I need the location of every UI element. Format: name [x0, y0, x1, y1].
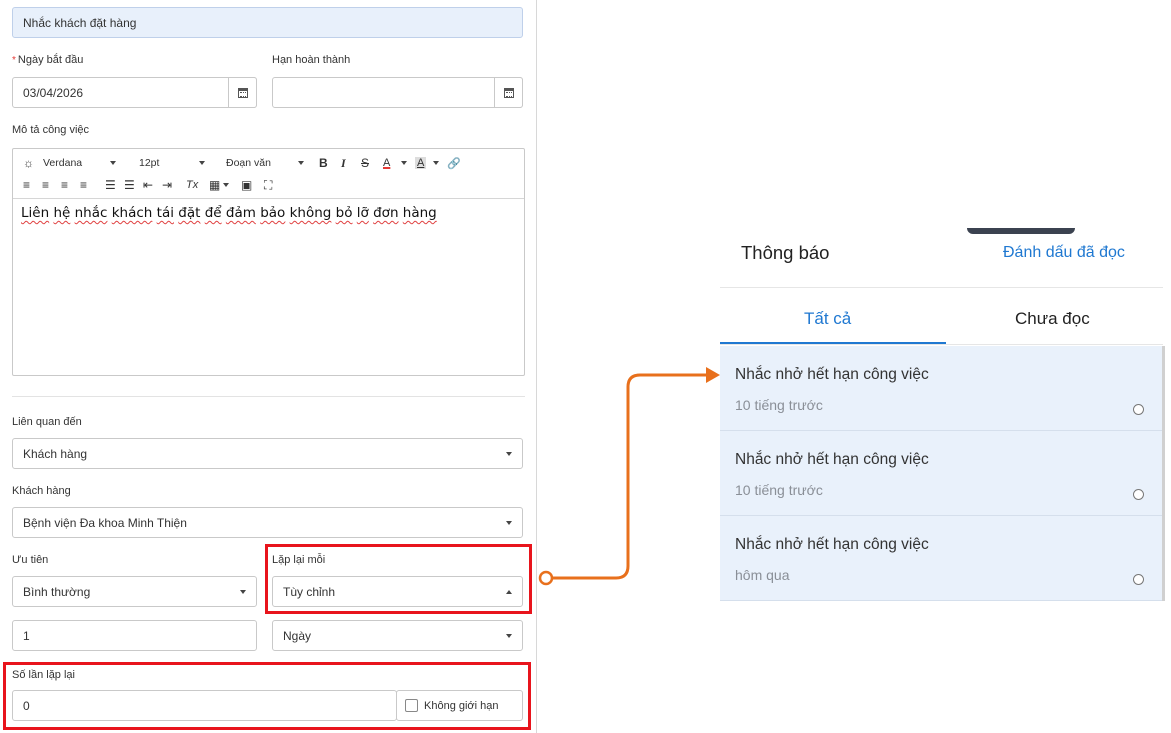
notification-item-title: Nhắc nhở hết hạn công việc [735, 366, 929, 383]
task-name-input[interactable]: Nhắc khách đặt hàng [12, 7, 523, 38]
indent-icon[interactable]: ⇥ [162, 174, 172, 196]
due-date-label: Hạn hoàn thành [272, 54, 351, 66]
notification-scrollbar[interactable] [1162, 346, 1165, 601]
notification-item[interactable]: Nhắc nhở hết hạn công việc hôm qua [720, 516, 1163, 601]
repeat-interval-value: 1 [23, 628, 30, 643]
chevron-down-icon [506, 633, 512, 638]
align-right-icon[interactable]: ≡ [61, 174, 68, 196]
priority-select[interactable]: Bình thường [12, 576, 257, 607]
customer-select[interactable]: Bệnh viện Đa khoa Minh Thiện [12, 507, 523, 538]
table-dropdown[interactable] [223, 174, 229, 196]
notification-item-time: 10 tiếng trước [735, 482, 823, 498]
repeat-interval-input[interactable]: 1 [12, 620, 257, 651]
background-color-dropdown[interactable] [433, 152, 439, 174]
task-name-value: Nhắc khách đặt hàng [23, 15, 137, 30]
block-format-select[interactable]: Đoạn văn [226, 152, 304, 174]
section-divider [12, 396, 525, 397]
chevron-down-icon [433, 161, 439, 165]
table-icon[interactable]: ▦ [209, 174, 220, 196]
calendar-icon [503, 87, 514, 98]
notification-title: Thông báo [741, 242, 830, 263]
due-date-calendar-button[interactable] [494, 77, 523, 108]
align-center-icon[interactable]: ≡ [42, 174, 49, 196]
outdent-icon[interactable]: ⇤ [143, 174, 153, 196]
format-painter-icon[interactable]: ☼ [23, 152, 34, 174]
repeat-unit-value: Ngày [283, 628, 312, 643]
task-form: Nhắc khách đặt hàng * Ngày bắt đầu 03/04/… [0, 0, 537, 733]
chevron-down-icon [297, 161, 304, 165]
related-to-value: Khách hàng [23, 446, 88, 461]
background-color-button[interactable]: A [415, 152, 427, 174]
link-icon[interactable]: 🔗 [447, 152, 461, 174]
font-family-select[interactable]: Verdana [43, 152, 117, 174]
toolbar-row-2: ≡ ≡ ≡ ≡ ☰ ☰ ⇤ ⇥ Tx ▦ ▣ ⛶ [21, 174, 516, 196]
tab-divider [720, 344, 1163, 345]
panel-handle [967, 228, 1075, 234]
unread-indicator-icon[interactable] [1133, 489, 1144, 500]
numbered-list-icon[interactable]: ☰ [124, 174, 135, 196]
start-date-label: * Ngày bắt đầu [12, 54, 84, 66]
description-editor: ☼ Verdana 12pt Đoạn văn B I S A A 🔗 ≡ ≡ … [12, 148, 525, 376]
notification-item[interactable]: Nhắc nhở hết hạn công việc 10 tiếng trướ… [720, 346, 1163, 431]
panel-divider [536, 0, 537, 733]
calendar-icon [237, 87, 248, 98]
start-date-input[interactable]: 03/04/2026 [12, 77, 257, 108]
priority-label: Ưu tiên [12, 554, 49, 566]
unread-indicator-icon[interactable] [1133, 574, 1144, 585]
chevron-down-icon [223, 183, 229, 187]
image-icon[interactable]: ▣ [241, 174, 252, 196]
related-to-label: Liên quan đến [12, 416, 82, 428]
tab-all[interactable]: Tất cả [804, 309, 851, 329]
tab-unread[interactable]: Chưa đọc [1015, 309, 1090, 329]
header-divider [720, 287, 1163, 288]
start-date-calendar-button[interactable] [228, 77, 257, 108]
align-justify-icon[interactable]: ≡ [80, 174, 87, 196]
description-text[interactable]: Liên hệ nhắc khách tái đặt để đảm bảo kh… [13, 199, 524, 227]
font-size-select[interactable]: 12pt [139, 152, 206, 174]
notification-item-title: Nhắc nhở hết hạn công việc [735, 536, 929, 553]
bullet-list-icon[interactable]: ☰ [105, 174, 116, 196]
priority-value: Bình thường [23, 584, 91, 599]
mark-all-read-link[interactable]: Đánh dấu đã đọc [1003, 244, 1125, 262]
notification-item-time: 10 tiếng trước [735, 397, 823, 413]
start-date-value: 03/04/2026 [23, 85, 84, 100]
notification-item-time: hôm qua [735, 567, 790, 583]
repeat-unit-select[interactable]: Ngày [272, 620, 523, 651]
clear-format-icon[interactable]: Tx [186, 174, 198, 196]
description-label: Mô tả công việc [12, 124, 90, 136]
notification-item[interactable]: Nhắc nhở hết hạn công việc 10 tiếng trướ… [720, 431, 1163, 516]
toolbar-row-1: ☼ Verdana 12pt Đoạn văn B I S A A 🔗 [21, 152, 516, 174]
chevron-down-icon [240, 589, 246, 594]
chevron-down-icon [110, 161, 117, 165]
chevron-down-icon [199, 161, 206, 165]
repeat-every-highlight [265, 544, 532, 614]
fullscreen-icon[interactable]: ⛶ [264, 174, 272, 196]
chevron-down-icon [506, 451, 512, 456]
notification-item-title: Nhắc nhở hết hạn công việc [735, 451, 929, 468]
required-mark: * [12, 55, 16, 66]
related-to-select[interactable]: Khách hàng [12, 438, 523, 469]
chevron-down-icon [506, 520, 512, 525]
unread-indicator-icon[interactable] [1133, 404, 1144, 415]
repeat-count-highlight [3, 662, 531, 730]
customer-value: Bệnh viện Đa khoa Minh Thiện [23, 515, 187, 530]
align-left-icon[interactable]: ≡ [23, 174, 30, 196]
bold-button[interactable]: B [319, 152, 328, 174]
italic-button[interactable]: I [341, 152, 346, 174]
strikethrough-button[interactable]: S [361, 152, 369, 174]
text-color-dropdown[interactable] [401, 152, 407, 174]
editor-toolbar: ☼ Verdana 12pt Đoạn văn B I S A A 🔗 ≡ ≡ … [13, 149, 524, 199]
chevron-down-icon [401, 161, 407, 165]
due-date-input[interactable] [272, 77, 523, 108]
customer-label: Khách hàng [12, 485, 71, 497]
text-color-button[interactable]: A [383, 152, 390, 174]
